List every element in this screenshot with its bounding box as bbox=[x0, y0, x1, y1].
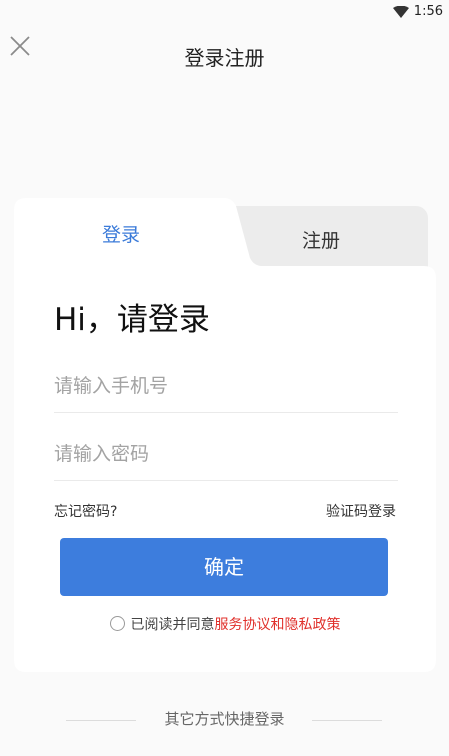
agreement-radio[interactable] bbox=[109, 616, 125, 631]
login-greeting: Hi，请登录 bbox=[54, 302, 210, 338]
login-panel: 登录 Hi，请登录 忘记密码? 验证码登录 确定 已阅读并同意服务协议和隐私政策 bbox=[14, 198, 436, 672]
login-card: 注册 登录 Hi，请登录 忘记密码? 验证码登录 确定 已阅读并同意服务协议和隐… bbox=[14, 198, 436, 672]
agreement-row: 已阅读并同意服务协议和隐私政策 bbox=[14, 614, 436, 634]
divider-right bbox=[312, 720, 382, 721]
agreement-link[interactable]: 服务协议和隐私政策 bbox=[215, 617, 341, 633]
password-input[interactable] bbox=[54, 428, 398, 480]
wifi-icon bbox=[393, 6, 409, 18]
status-time: 1:56 bbox=[413, 4, 443, 19]
password-field bbox=[54, 428, 398, 481]
code-login-link[interactable]: 验证码登录 bbox=[326, 501, 396, 521]
top-bar: 登录注册 bbox=[0, 24, 449, 84]
other-login: 其它方式快捷登录 bbox=[0, 708, 449, 732]
forgot-password-link[interactable]: 忘记密码? bbox=[54, 501, 117, 521]
other-login-label: 其它方式快捷登录 bbox=[164, 710, 285, 728]
confirm-button[interactable]: 确定 bbox=[60, 538, 388, 596]
page-title: 登录注册 bbox=[184, 46, 265, 70]
agreement-text: 已阅读并同意 bbox=[130, 617, 215, 633]
status-bar: 1:56 bbox=[0, 0, 449, 24]
tab-login[interactable]: 登录 bbox=[102, 220, 140, 247]
phone-input[interactable] bbox=[54, 360, 398, 412]
phone-field bbox=[54, 360, 398, 413]
